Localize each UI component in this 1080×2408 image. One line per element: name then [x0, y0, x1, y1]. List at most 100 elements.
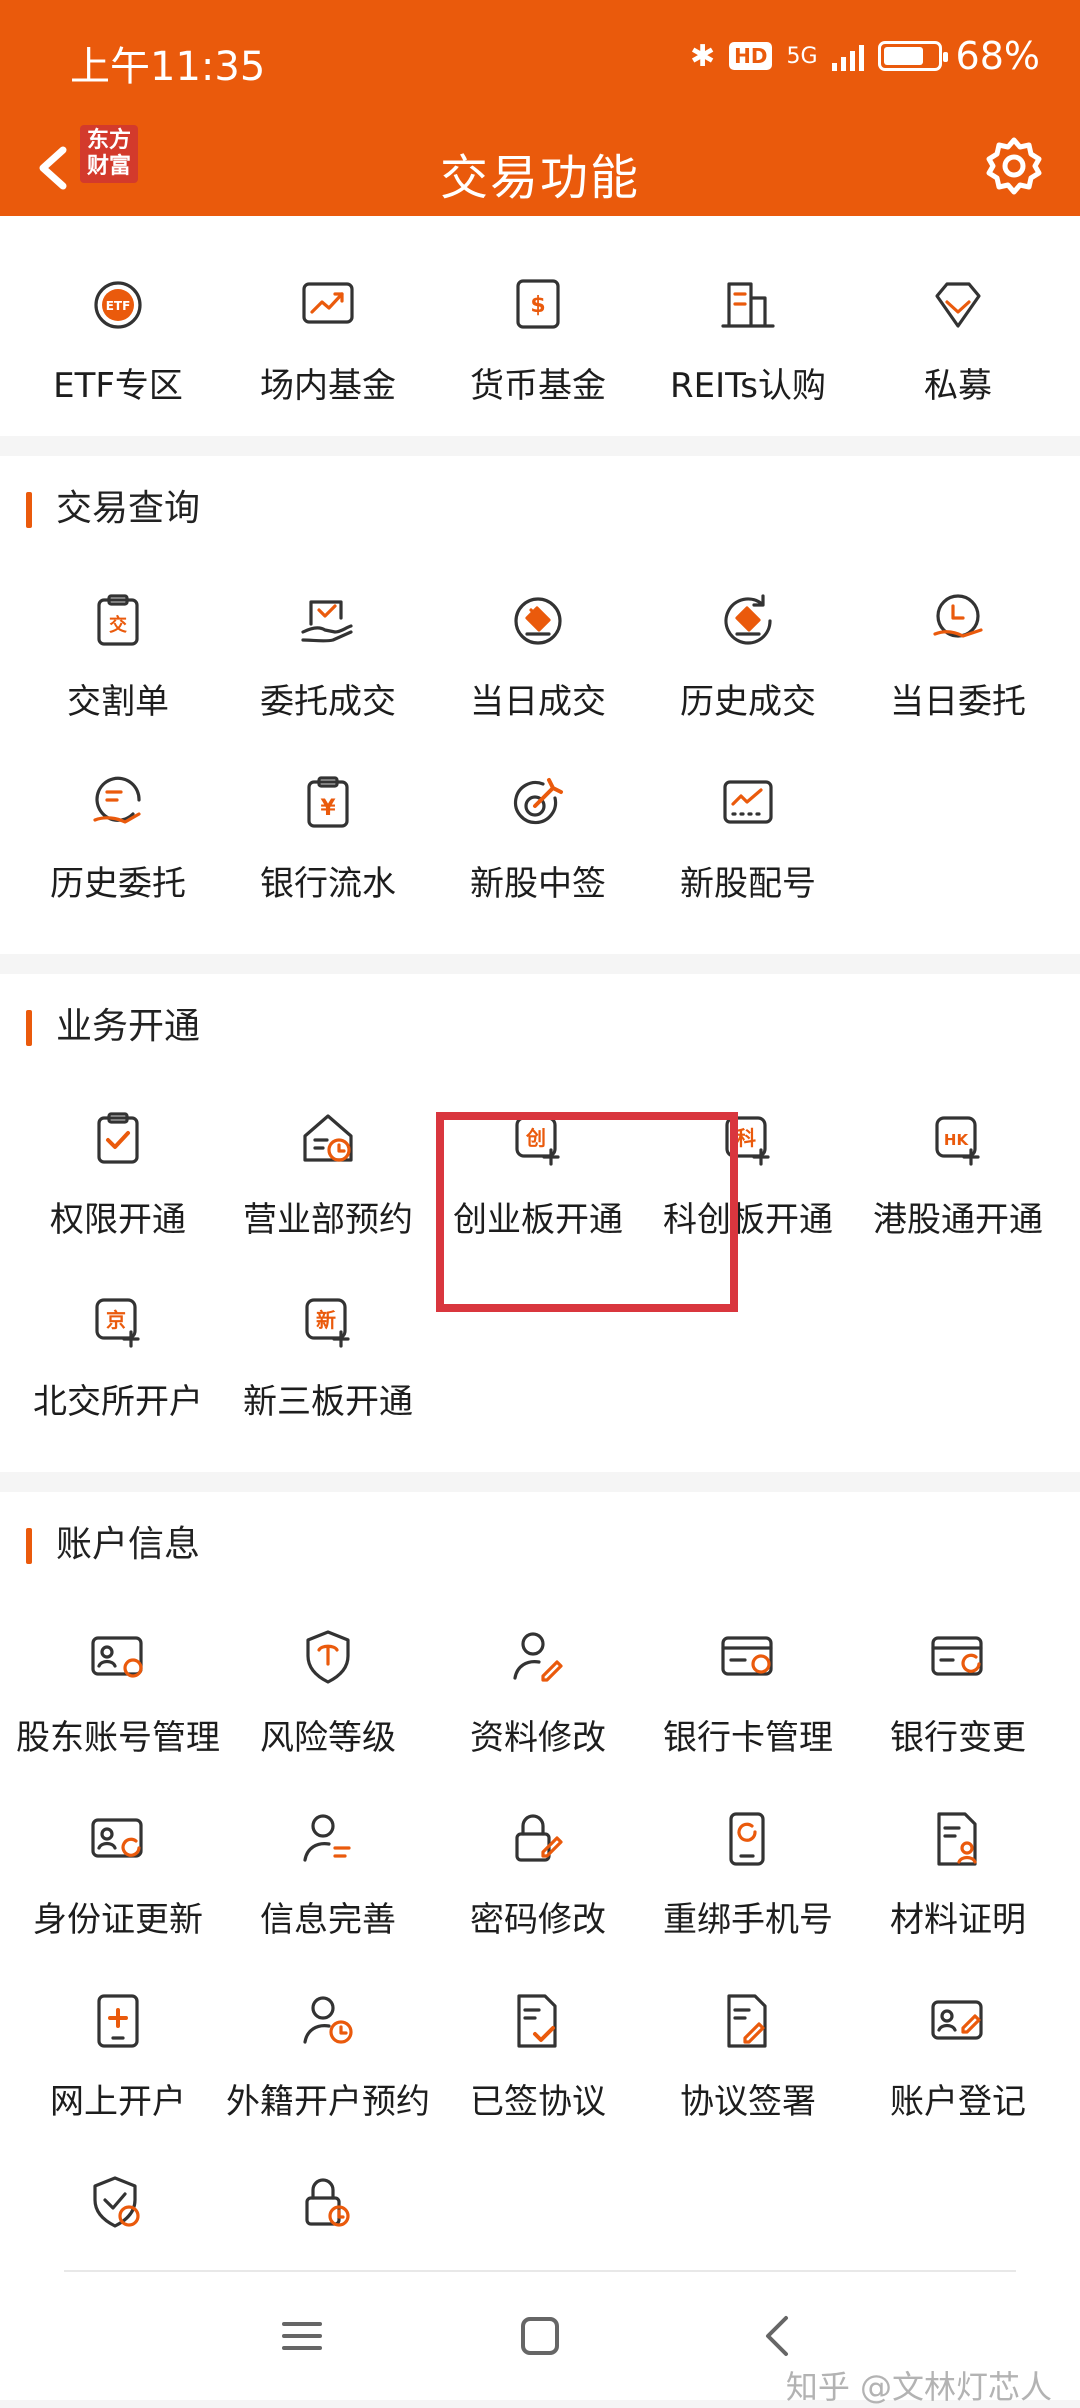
user-list-icon — [295, 1806, 361, 1872]
shortcut-账户登记[interactable]: 账户登记 — [850, 1988, 1066, 2148]
shortcut-label: 风险等级 — [260, 1718, 396, 1758]
shortcut-label: 货币基金 — [470, 366, 606, 406]
shortcut-资料修改[interactable]: 资料修改 — [430, 1624, 646, 1784]
shortcut-新三板开通[interactable]: 新新三板开通 — [220, 1288, 436, 1448]
shortcut-材料证明[interactable]: 材料证明 — [850, 1806, 1066, 1966]
shortcut-私募[interactable]: 私募 — [850, 272, 1066, 432]
shortcut-label: 委托成交 — [260, 682, 396, 722]
bank-card-icon — [715, 1624, 781, 1690]
shortcut-风险等级[interactable]: 风险等级 — [220, 1624, 436, 1784]
card-pen-icon — [925, 1988, 991, 2054]
page-title: 交易功能 — [439, 150, 640, 206]
shortcut-label: 历史成交 — [680, 682, 816, 722]
shortcut-银行流水[interactable]: ¥ 银行流水 — [220, 770, 436, 930]
shortcut-label: 新三板开通 — [243, 1382, 413, 1422]
shortcut-label: 协议签署 — [680, 2082, 816, 2122]
section-account: 账户信息 股东账号管理 风险等级 资料修改 银行卡管理 银行变更身份证更新 信息完善 密码修… — [0, 1492, 1080, 2270]
doc-pen-icon — [715, 1988, 781, 2054]
shortcut-密码修改[interactable]: 密码修改 — [430, 1806, 646, 1966]
home-square-icon[interactable] — [500, 2296, 580, 2376]
shield-icon — [295, 1624, 361, 1690]
shortcut-当日成交[interactable]: 当日成交 — [430, 588, 646, 748]
shortcut-label: 银行卡管理 — [663, 1718, 833, 1758]
trend-chart-icon — [295, 272, 361, 338]
check-clipboard-icon — [85, 1106, 151, 1172]
shortcut-科创板开通[interactable]: 科科创板开通 — [640, 1106, 856, 1266]
shortcut-label: 外籍开户预约 — [226, 2082, 430, 2122]
id-refresh-icon — [85, 1806, 151, 1872]
shortcut-label: 创业板开通 — [453, 1200, 623, 1240]
divider — [64, 2270, 1016, 2272]
shortcut-网上开户[interactable]: 网上开户 — [10, 1988, 226, 2148]
svg-text:京: 京 — [106, 1308, 126, 1332]
shortcut-委托成交[interactable]: 委托成交 — [220, 588, 436, 748]
diamond-icon — [925, 272, 991, 338]
section-title: 账户信息 — [26, 1524, 200, 1566]
shortcut-label: 材料证明 — [890, 1900, 1026, 1940]
shortcut-label: 重绑手机号 — [663, 1900, 833, 1940]
watermark: 知乎 @文林灯芯人 — [785, 2368, 1052, 2406]
history-hammer-icon — [715, 588, 781, 654]
shortcut-label: 股东账号管理 — [16, 1718, 220, 1758]
shortcut-label: 场内基金 — [260, 366, 396, 406]
svg-text:¥: ¥ — [320, 796, 336, 821]
shortcut-历史委托[interactable]: 历史委托 — [10, 770, 226, 930]
shortcut-label: 银行变更 — [890, 1718, 1026, 1758]
shortcut-新股配号[interactable]: 新股配号 — [640, 770, 856, 930]
shortcut-信息完善[interactable]: 信息完善 — [220, 1806, 436, 1966]
shortcut-label: 新股配号 — [680, 864, 816, 904]
shortcut-重绑手机号[interactable]: 重绑手机号 — [640, 1806, 856, 1966]
shortcut-label: 科创板开通 — [663, 1200, 833, 1240]
svg-text:新: 新 — [316, 1308, 336, 1332]
shortcut-历史成交[interactable]: 历史成交 — [640, 588, 856, 748]
shortcut-新股中签[interactable]: 新股中签 — [430, 770, 646, 930]
gear-icon[interactable] — [976, 126, 1052, 206]
shortcut-港股通开通[interactable]: HK 港股通开通 — [850, 1106, 1066, 1266]
shortcut-REITs认购[interactable]: REITs认购 — [640, 272, 856, 432]
hd-icon: HD — [729, 42, 773, 70]
top-shortcuts: ETF ETF专区 场内基金 $ 货币基金 REITs认购 私募 — [0, 216, 1080, 436]
shortcut-ETF专区[interactable]: ETF ETF专区 — [10, 272, 226, 432]
shortcut-银行变更[interactable]: 银行变更 — [850, 1624, 1066, 1784]
id-card-icon — [85, 1624, 151, 1690]
shortcut-已签协议[interactable]: 已签协议 — [430, 1988, 646, 2148]
app-header: 交易功能 — [0, 118, 1080, 216]
hand-clock-icon — [925, 588, 991, 654]
shortcut-股东账号管理[interactable]: 股东账号管理 — [10, 1624, 226, 1784]
shield-clock-icon — [85, 2170, 151, 2236]
shortcut-label: 权限开通 — [50, 1200, 186, 1240]
shortcut-场内基金[interactable]: 场内基金 — [220, 272, 436, 432]
menu-icon[interactable] — [262, 2296, 342, 2376]
target-icon — [505, 770, 571, 836]
history-hand-icon — [85, 770, 151, 836]
section-business: 业务开通 权限开通 营业部预约创创业板开通科科创板开通 HK 港股通开通京北交所开户新… — [0, 974, 1080, 1472]
svg-text:HK: HK — [944, 1131, 970, 1149]
ke-plus-icon: 科 — [715, 1106, 781, 1172]
shortcut-银行卡管理[interactable]: 银行卡管理 — [640, 1624, 856, 1784]
dollar-icon: $ — [505, 272, 571, 338]
shortcut-label: ETF专区 — [53, 366, 183, 406]
chart-frame-icon — [715, 770, 781, 836]
shortcut-交割单[interactable]: 交交割单 — [10, 588, 226, 748]
doc-user-icon — [925, 1806, 991, 1872]
shortcut-label: 资料修改 — [470, 1718, 606, 1758]
shortcut-营业部预约[interactable]: 营业部预约 — [220, 1106, 436, 1266]
shortcut-北交所开户[interactable]: 京北交所开户 — [10, 1288, 226, 1448]
shortcut-label: 密码修改 — [470, 1900, 606, 1940]
battery-icon — [877, 41, 948, 71]
shortcut-协议签署[interactable]: 协议签署 — [640, 1988, 856, 2148]
etf-icon: ETF — [85, 272, 151, 338]
section-trade-query: 交易查询 交交割单 委托成交 当日成交 历史成交 当日委托 历史委托 ¥ 银行流水 新股中签 新股… — [0, 456, 1080, 954]
shortcut-货币基金[interactable]: $ 货币基金 — [430, 272, 646, 432]
tablet-plus-icon — [85, 1988, 151, 2054]
shortcut-身份证更新[interactable]: 身份证更新 — [10, 1806, 226, 1966]
shortcut-创业板开通[interactable]: 创创业板开通 — [430, 1106, 646, 1266]
shortcut-当日委托[interactable]: 当日委托 — [850, 588, 1066, 748]
brand-logo: 东方 财富 — [80, 125, 138, 183]
shortcut-外籍开户预约[interactable]: 外籍开户预约 — [220, 1988, 436, 2148]
user-clock-icon — [295, 1988, 361, 2054]
shortcut-权限开通[interactable]: 权限开通 — [10, 1106, 226, 1266]
shortcut-label: 北交所开户 — [33, 1382, 203, 1422]
shortcut-label: 新股中签 — [470, 864, 606, 904]
battery-label: 68% — [955, 34, 1040, 78]
